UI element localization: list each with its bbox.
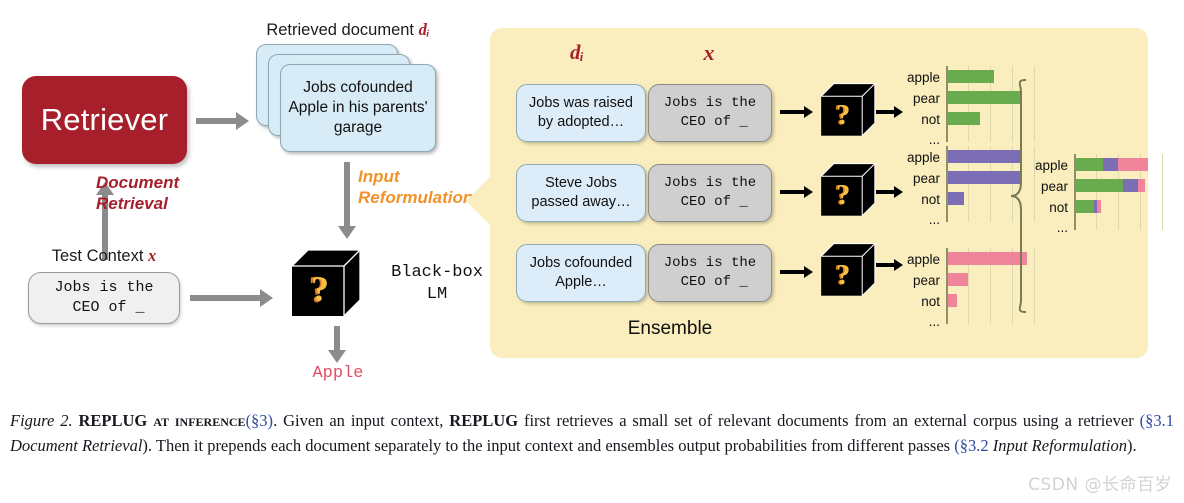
panel-pointer bbox=[466, 175, 492, 227]
chart-2-cat-1: pear bbox=[912, 171, 940, 186]
svg-text:?: ? bbox=[836, 100, 850, 131]
chart-1-cat-2: not bbox=[921, 112, 940, 127]
chart-1-cat-3: ... bbox=[928, 132, 940, 147]
caption-part-2: first retrieves a small set of relevant … bbox=[518, 411, 1140, 430]
arrow-context-to-blackbox bbox=[190, 289, 280, 307]
chart-1-cat-0: apple bbox=[906, 70, 940, 85]
panel-context-1: Jobs is the CEO of _ bbox=[648, 84, 772, 142]
ensemble-bar-not-s3 bbox=[1097, 200, 1101, 213]
test-context-line1: Jobs is the CEO of _ bbox=[54, 279, 154, 316]
ensemble-bar-pear-s2 bbox=[1123, 179, 1138, 192]
caption-part-1: . Given an input context, bbox=[273, 411, 450, 430]
blackbox-lm-icon: ? ? bbox=[288, 248, 364, 324]
ensemble-label: Ensemble bbox=[627, 318, 713, 339]
ensemble-bar-apple-s2 bbox=[1103, 158, 1118, 171]
chart-1-bar-apple bbox=[948, 70, 994, 83]
ensemble-bar-pear-s3 bbox=[1138, 179, 1145, 192]
ensemble-cat-2: not bbox=[1049, 200, 1068, 215]
figure-canvas: Retriever Retrieved document dᵢ Jobs cof… bbox=[0, 0, 1184, 503]
panel-context-3-text: Jobs is the CEO of _ bbox=[663, 255, 757, 290]
panel-document-3: Jobs cofounded Apple… bbox=[516, 244, 646, 302]
chart-2-cat-3: ... bbox=[928, 212, 940, 227]
panel-document-2: Steve Jobs passed away… bbox=[516, 164, 646, 222]
arrow-row-2 bbox=[780, 185, 816, 199]
arrow-row-3 bbox=[780, 265, 816, 279]
output-apple-label: Apple bbox=[312, 364, 364, 383]
chart-3-cat-0: apple bbox=[906, 252, 940, 267]
ensemble-cat-0: apple bbox=[1034, 158, 1068, 173]
caption-italic-1: Document Retrieval bbox=[10, 436, 143, 455]
panel-document-1: Jobs was raised by adopted… bbox=[516, 84, 646, 142]
ensemble-bar-pear-s1 bbox=[1076, 179, 1123, 192]
panel-context-2: Jobs is the CEO of _ bbox=[648, 164, 772, 222]
panel-header-x: x bbox=[703, 40, 715, 65]
test-context-label: Test Context x bbox=[51, 246, 157, 265]
arrow-blackbox-to-output bbox=[328, 326, 346, 366]
ensemble-bar-not-s1 bbox=[1076, 200, 1094, 213]
caption-part-3: ). Then it prepends each document separa… bbox=[142, 436, 955, 455]
panel-context-2-text: Jobs is the CEO of _ bbox=[663, 175, 757, 210]
test-context-box: Jobs is the CEO of _ bbox=[28, 272, 180, 324]
panel-context-3: Jobs is the CEO of _ bbox=[648, 244, 772, 302]
retrieved-document-stack: Jobs cofounded Apple in his parents' gar… bbox=[256, 44, 436, 154]
chart-3-cat-1: pear bbox=[912, 273, 940, 288]
panel-header-d: dᵢ bbox=[569, 40, 585, 64]
csdn-watermark: CSDN @长命百岁 bbox=[1028, 475, 1172, 495]
document-retrieval-label: Document Retrieval bbox=[96, 173, 180, 213]
panel-context-1-text: Jobs is the CEO of _ bbox=[663, 95, 757, 130]
ensemble-grid-4 bbox=[1162, 154, 1163, 230]
retrieved-document-label: Retrieved document dᵢ bbox=[266, 20, 430, 39]
chart-3-bar-pear bbox=[948, 273, 968, 286]
chart-1-cat-1: pear bbox=[912, 91, 940, 106]
panel-blackbox-3: ? ? bbox=[818, 242, 878, 302]
chart-3-bar-not bbox=[948, 294, 957, 307]
svg-text:?: ? bbox=[836, 180, 850, 211]
ensemble-bar-apple-s1 bbox=[1076, 158, 1103, 171]
svg-text:?: ? bbox=[311, 269, 329, 309]
chart-3-grid-4 bbox=[1034, 248, 1035, 324]
panel-cube-svg-3: ? ? bbox=[820, 243, 876, 297]
chart-1-bar-not bbox=[948, 112, 980, 125]
ensemble-brace bbox=[1008, 78, 1034, 314]
chart-3-cat-3: ... bbox=[928, 314, 940, 329]
caption-section-2: (§3.1 bbox=[1139, 411, 1174, 430]
arrow-documents-down bbox=[338, 162, 356, 242]
svg-text:?: ? bbox=[836, 260, 850, 291]
arrow-row-1 bbox=[780, 105, 816, 119]
arrow-retriever-to-documents bbox=[196, 112, 254, 130]
ensemble-brace-svg bbox=[1010, 79, 1027, 313]
x-var-label: x bbox=[148, 246, 157, 265]
caption-section-1: (§3) bbox=[245, 411, 274, 430]
chart-2-bar-not bbox=[948, 192, 964, 205]
panel-cube-svg-1: ? ? bbox=[820, 83, 876, 137]
ensemble-bar-apple-s3 bbox=[1118, 158, 1148, 171]
panel-blackbox-2: ? ? bbox=[818, 162, 878, 222]
ensemble-cat-3: ... bbox=[1056, 220, 1068, 235]
chart-2-cat-2: not bbox=[921, 192, 940, 207]
caption-bold-title: REPLUG at inference bbox=[78, 411, 246, 430]
ensemble-chart bbox=[1074, 154, 1166, 230]
caption-figure-number: Figure 2. bbox=[10, 411, 73, 430]
retriever-label: Retriever bbox=[40, 102, 169, 137]
chart-3-cat-2: not bbox=[921, 294, 940, 309]
d-subscript-i-label: dᵢ bbox=[418, 20, 430, 39]
retriever-box: Retriever bbox=[22, 76, 187, 164]
chart-2-cat-0: apple bbox=[906, 150, 940, 165]
chart-1-grid-4 bbox=[1034, 66, 1035, 142]
panel-cube-svg-2: ? ? bbox=[820, 163, 876, 217]
panel-blackbox-1: ? ? bbox=[818, 82, 878, 142]
caption-section-3: (§3.2 bbox=[954, 436, 989, 455]
caption-part-4: ). bbox=[1127, 436, 1137, 455]
ensemble-cat-1: pear bbox=[1040, 179, 1068, 194]
caption-name-2: REPLUG bbox=[449, 411, 519, 430]
figure-caption: Figure 2. REPLUG at inference(§3). Given… bbox=[10, 408, 1174, 458]
caption-italic-2: Input Reformulation bbox=[992, 436, 1127, 455]
blackbox-lm-label: Black-box LM bbox=[391, 263, 483, 304]
document-card-front: Jobs cofounded Apple in his parents' gar… bbox=[280, 64, 436, 152]
blackbox-cube-svg: ? ? bbox=[291, 249, 361, 317]
